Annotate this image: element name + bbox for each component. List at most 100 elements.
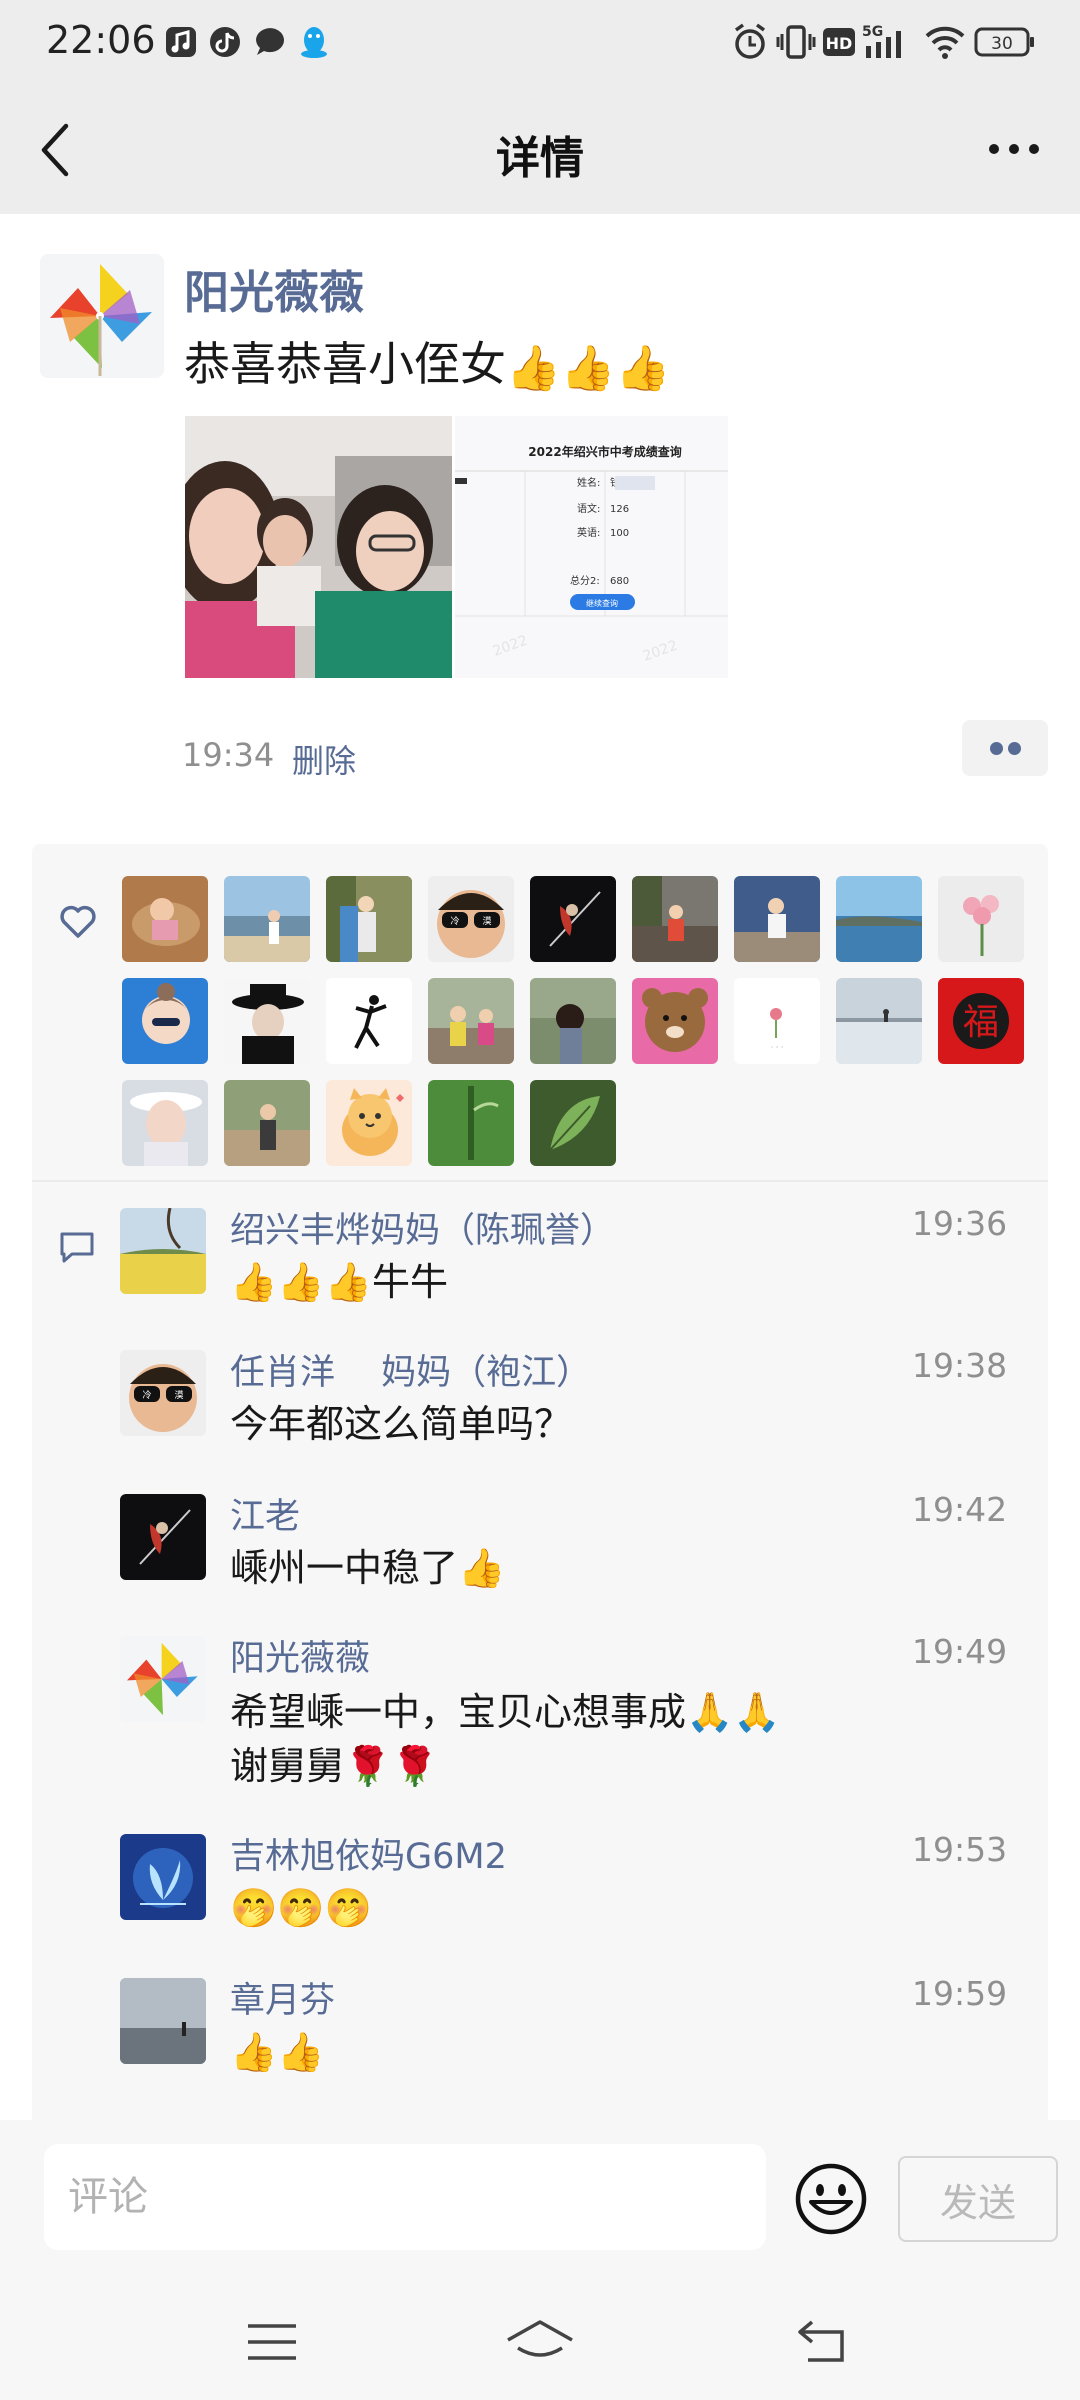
menu-icon[interactable] [244,2314,300,2370]
signal-icon: 5G [862,24,901,58]
comment-author[interactable]: 绍兴丰烨妈妈（陈珮誉） [230,1202,615,1253]
commenter-avatar[interactable] [120,1208,206,1294]
vibrate-icon [776,25,816,59]
author-avatar[interactable] [40,254,164,378]
liker-avatar[interactable] [326,1080,412,1166]
alarm-icon [734,23,766,59]
hd-icon: HD [823,28,855,56]
liker-avatar[interactable] [632,978,718,1064]
score-label: 姓名: [577,476,600,489]
dot-icon [990,742,1003,755]
svg-text:5G: 5G [862,24,883,40]
status-time: 22:06 [46,18,156,62]
liker-avatar[interactable] [530,978,616,1064]
back-arrow-icon[interactable] [794,2314,850,2370]
comment-input[interactable] [44,2144,766,2250]
commenter-avatar[interactable] [120,1978,206,2064]
qq-penguin-icon [301,27,327,58]
selfie-photo [185,416,452,678]
tiktok-icon [210,27,240,57]
liker-avatar[interactable] [836,978,922,1064]
comment-time: 19:38 [912,1346,1008,1385]
liker-avatar[interactable] [428,1080,514,1166]
status-bar: 22:06 HD 5G 30 [0,0,1080,84]
liker-avatar[interactable] [122,978,208,1064]
comment-author[interactable]: 吉林旭依妈G6M2 [230,1828,507,1879]
comment-author[interactable]: 江老 [230,1488,300,1539]
comment-text: 希望嵊一中，宝贝心想事成🙏🙏 [230,1690,781,1734]
music-app-icon [166,27,196,57]
liker-avatar[interactable] [224,876,310,962]
svg-text:冷: 冷 [142,1389,151,1401]
score-value: 100 [610,528,629,539]
smiley-face-icon[interactable] [794,2162,868,2236]
likes-divider [32,1180,1048,1182]
liker-avatar[interactable] [530,1080,616,1166]
wifi-icon [925,26,965,59]
send-button[interactable]: 发送 [898,2156,1058,2242]
post-photo-selfie[interactable] [185,416,452,678]
liker-avatar[interactable]: · · · [734,978,820,1064]
post-timestamp: 19:34 [182,736,275,774]
page-title: 详情 [496,133,584,184]
comment-text: 🤭🤭🤭 [230,1886,372,1930]
liker-avatar[interactable] [938,876,1024,962]
liker-avatar[interactable] [836,876,922,962]
svg-text:福: 福 [963,1002,999,1043]
score-value: 680 [610,576,629,587]
liker-avatar[interactable] [224,1080,310,1166]
score-label: 英语: [577,526,600,539]
liker-avatar[interactable] [734,876,820,962]
comment-time: 19:53 [912,1830,1008,1869]
comment-author[interactable]: 任肖洋 妈妈（袍江） [230,1344,591,1395]
svg-text:· · ·: · · · [771,1043,784,1052]
comment-text: 嵊州一中稳了👍 [230,1546,506,1590]
pinwheel-icon [40,254,164,378]
commenter-avatar[interactable] [120,1494,206,1580]
comment-text: 谢舅舅🌹🌹 [230,1744,439,1788]
comment-author[interactable]: 章月芬 [230,1972,335,2023]
comment-text: 今年都这么简单吗？ [230,1402,573,1446]
delete-link[interactable]: 删除 [292,736,356,782]
dot-icon [1008,742,1021,755]
svg-text:HD: HD [826,34,853,53]
score-label: 总分2: [570,574,600,587]
svg-text:冷: 冷 [450,915,459,927]
liker-avatar[interactable] [326,876,412,962]
commenter-avatar[interactable] [120,1834,206,1920]
commenter-avatar[interactable]: 冷漠 [120,1350,206,1436]
post-text-content: 恭喜恭喜小侄女 [184,337,506,391]
score-card-button: 继续查询 [586,598,618,608]
post-author-name[interactable]: 阳光薇薇 [184,256,364,321]
liker-avatar[interactable]: 福 [938,978,1024,1064]
more-dots-icon[interactable] [986,134,1042,164]
liker-avatar[interactable] [530,876,616,962]
home-icon[interactable] [504,2314,576,2370]
comment-time: 19:36 [912,1204,1008,1243]
like-comment-menu-button[interactable] [962,720,1048,776]
comment-time: 19:49 [912,1632,1008,1671]
comment-text: 👍👍 [230,2030,325,2074]
comment-text: 👍👍👍牛牛 [230,1260,448,1304]
score-card-image: 2022年绍兴市中考成绩查询 姓名: 钱 语文: 126 英语: 100 总分2… [455,416,728,678]
score-card-title: 2022年绍兴市中考成绩查询 [528,444,681,459]
comment-input-box[interactable] [44,2144,766,2250]
liker-avatar[interactable] [224,978,310,1064]
comment-time: 19:59 [912,1974,1008,2013]
comment-author[interactable]: 阳光薇薇 [230,1630,370,1681]
post-text: 恭喜恭喜小侄女👍👍👍 [184,328,670,394]
battery-icon: 30 [974,27,1034,57]
heart-outline-icon [60,905,96,938]
nav-bar: 详情 [0,84,1080,214]
score-label: 语文: [577,502,600,515]
liker-avatar[interactable] [326,978,412,1064]
svg-text:30: 30 [991,34,1013,54]
liker-avatar[interactable] [632,876,718,962]
liker-avatar[interactable] [122,876,208,962]
liker-avatar[interactable] [428,978,514,1064]
post-photo-score-card[interactable]: 2022年绍兴市中考成绩查询 姓名: 钱 语文: 126 英语: 100 总分2… [455,416,728,678]
commenter-avatar[interactable] [120,1636,206,1722]
liker-avatar[interactable] [122,1080,208,1166]
liker-avatar[interactable]: 冷漠 [428,876,514,962]
comment-time: 19:42 [912,1490,1008,1529]
